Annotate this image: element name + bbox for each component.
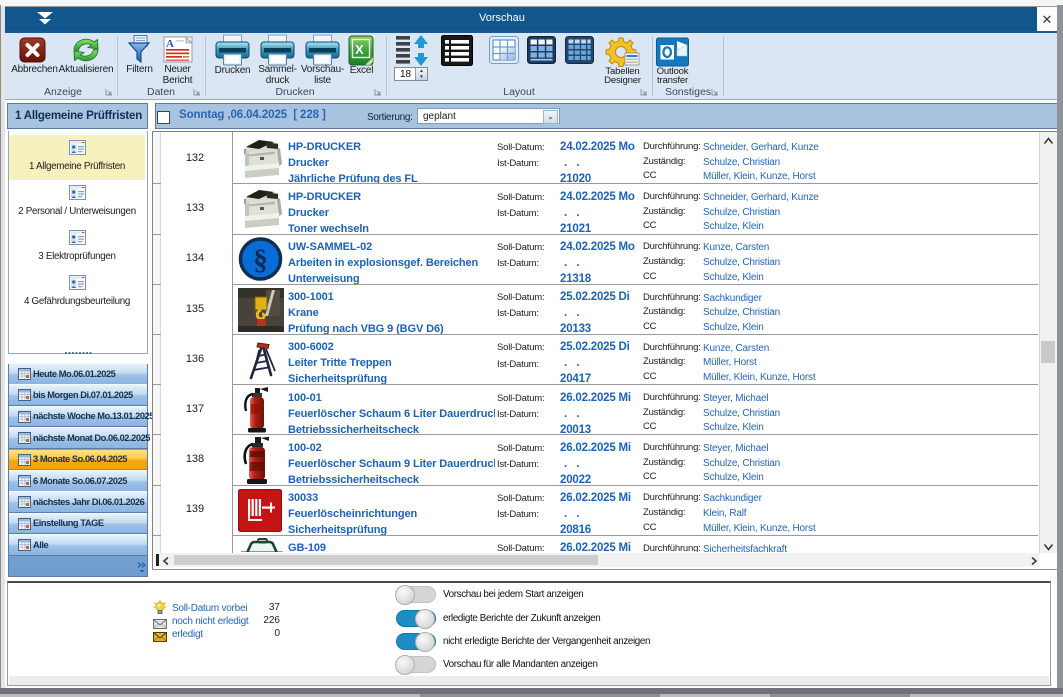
svg-text:A: A bbox=[166, 38, 174, 50]
svg-text:§: § bbox=[253, 244, 268, 276]
svg-text:X: X bbox=[355, 42, 364, 57]
